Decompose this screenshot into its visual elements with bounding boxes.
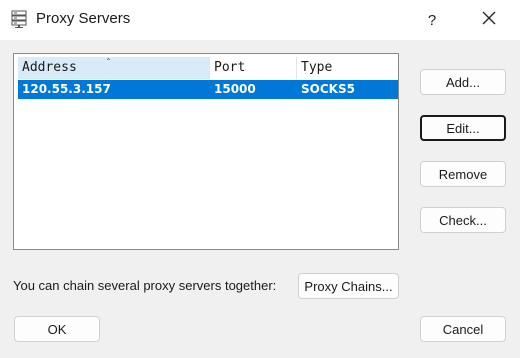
ok-button[interactable]: OK (14, 316, 100, 342)
close-button[interactable] (470, 4, 508, 34)
title-bar: Proxy Servers ? (0, 0, 520, 40)
cancel-button[interactable]: Cancel (420, 316, 506, 342)
proxy-server-list[interactable]: Address ˆ Port Type 120.55.3.157 15000 S… (13, 53, 399, 250)
edit-button[interactable]: Edit... (420, 115, 506, 141)
column-label-port: Port (214, 60, 246, 75)
cell-port: 15000 (214, 82, 256, 96)
remove-button[interactable]: Remove (420, 161, 506, 187)
table-row[interactable]: 120.55.3.157 15000 SOCKS5 (18, 80, 398, 99)
dialog-body: Address ˆ Port Type 120.55.3.157 15000 S… (0, 40, 520, 358)
check-button[interactable]: Check... (420, 207, 506, 233)
column-label-type: Type (301, 60, 333, 75)
sort-ascending-icon: ˆ (106, 58, 111, 69)
cell-address: 120.55.3.157 (22, 82, 111, 96)
help-button[interactable]: ? (416, 6, 448, 34)
column-label-address: Address (22, 60, 77, 75)
chain-hint-label: You can chain several proxy servers toge… (13, 278, 277, 293)
column-header-port[interactable]: Port (210, 57, 297, 79)
cell-type: SOCKS5 (301, 82, 355, 96)
server-stack-icon (11, 10, 27, 28)
close-icon (482, 11, 496, 28)
window-title: Proxy Servers (36, 10, 131, 27)
list-header: Address ˆ Port Type (18, 57, 398, 79)
column-header-type[interactable]: Type (297, 57, 398, 79)
column-header-address[interactable]: Address ˆ (18, 57, 210, 79)
add-button[interactable]: Add... (420, 69, 506, 95)
proxy-chains-button[interactable]: Proxy Chains... (298, 273, 399, 299)
